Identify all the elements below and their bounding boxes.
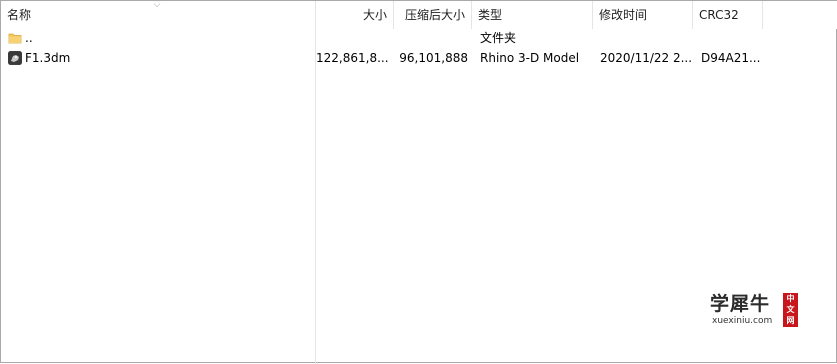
file-type: 文件夹 xyxy=(480,31,517,45)
watermark-logo: 学犀牛 xuexiniu.com 中 文 网 xyxy=(710,293,798,331)
column-header-bar: 名称 ⌵ 大小 压缩后大小 类型 修改时间 CRC32 xyxy=(1,1,837,29)
list-item-file[interactable]: F1.3dm 122,861,8... 96,101,888 Rhino 3-D… xyxy=(1,48,837,68)
watermark-title: 学犀牛 xyxy=(710,293,771,315)
file-modified xyxy=(600,28,692,48)
file-type: Rhino 3-D Model xyxy=(480,51,580,65)
column-header-crc32[interactable]: CRC32 xyxy=(693,1,763,29)
file-packed-size xyxy=(394,28,468,48)
column-header-crc32-label: CRC32 xyxy=(699,8,739,22)
file-name: .. xyxy=(25,31,33,45)
folder-icon xyxy=(8,31,22,45)
watermark-badge-char: 中 xyxy=(786,294,795,303)
list-item-parent-folder[interactable]: .. 文件夹 xyxy=(1,28,837,48)
archive-file-list-window: 名称 ⌵ 大小 压缩后大小 类型 修改时间 CRC32 .. 文件夹 F1.3d… xyxy=(0,0,837,364)
file-size: 122,861,8... xyxy=(316,51,388,65)
file-name: F1.3dm xyxy=(25,51,71,65)
column-header-size[interactable]: 大小 xyxy=(316,1,394,29)
file-crc32 xyxy=(701,28,761,48)
file-size xyxy=(316,28,388,48)
watermark-url: xuexiniu.com xyxy=(712,316,773,326)
column-header-name[interactable]: 名称 ⌵ xyxy=(1,1,316,29)
watermark-badge: 中 文 网 xyxy=(783,293,798,327)
column-header-packed-size-label: 压缩后大小 xyxy=(404,8,465,22)
file-crc32: D94A21... xyxy=(701,51,761,65)
column-header-modified-label: 修改时间 xyxy=(599,8,648,22)
rhino-file-icon xyxy=(8,51,22,65)
watermark-badge-char: 文 xyxy=(786,305,795,314)
column-header-modified[interactable]: 修改时间 xyxy=(593,1,693,29)
column-header-name-label: 名称 xyxy=(7,8,32,22)
column-header-type-label: 类型 xyxy=(478,8,503,22)
column-header-size-label: 大小 xyxy=(362,8,387,22)
column-header-packed-size[interactable]: 压缩后大小 xyxy=(394,1,472,29)
watermark-badge-char: 网 xyxy=(786,316,795,325)
column-header-type[interactable]: 类型 xyxy=(472,1,593,29)
file-packed-size: 96,101,888 xyxy=(399,51,468,65)
sort-chevron-down-icon: ⌵ xyxy=(153,1,161,10)
file-modified: 2020/11/22 2... xyxy=(600,51,692,65)
